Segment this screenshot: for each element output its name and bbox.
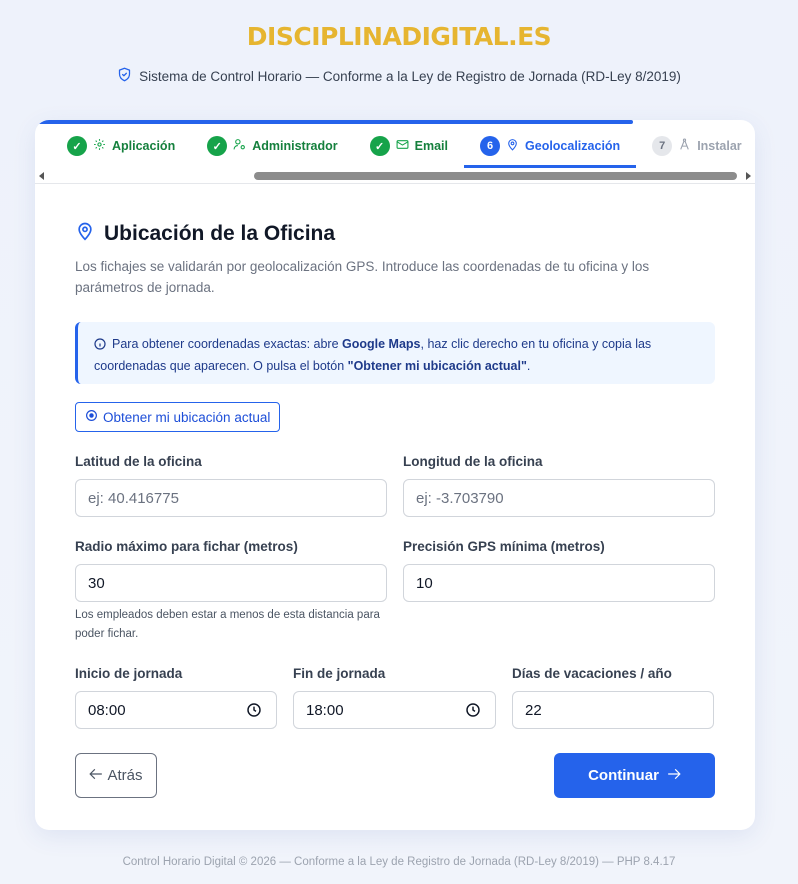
back-label: Atrás: [107, 767, 143, 784]
info-text: .: [526, 359, 531, 373]
page-footer: Control Horario Digital © 2026 — Conform…: [122, 856, 676, 868]
step-label: Geolocalización: [525, 139, 621, 153]
continue-button[interactable]: Continuar: [554, 753, 715, 798]
step-label: Email: [414, 139, 449, 153]
step-label: Aplicación: [112, 139, 176, 153]
precision-field: [403, 564, 715, 602]
vacation-days-input[interactable]: [525, 701, 701, 719]
wizard-steps: ✓ Aplicación ✓ Administrador ✓ Email 6 G…: [35, 124, 755, 168]
clock-icon[interactable]: [246, 702, 262, 722]
step-label: Administrador: [252, 139, 338, 153]
brand-logo: DISCIPLINADIGITAL.ES: [246, 22, 552, 51]
info-callout: Para obtener coordenadas exactas: abre G…: [75, 322, 715, 384]
back-button[interactable]: Atrás: [75, 753, 157, 798]
section-title-text: Ubicación de la Oficina: [104, 222, 336, 245]
latitude-field: [75, 479, 387, 517]
header-subtitle: Sistema de Control Horario — Conforme a …: [0, 67, 798, 85]
crosshair-icon: [85, 409, 98, 425]
vacation-days-field: [512, 691, 714, 729]
radius-label: Radio máximo para fichar (metros): [75, 539, 298, 554]
info-google-maps: Google Maps: [342, 337, 421, 351]
step-label: Instalar: [697, 139, 742, 153]
map-pin-icon: [506, 138, 519, 154]
step-number: 7: [652, 136, 673, 156]
scroll-left-icon[interactable]: [39, 172, 44, 180]
map-pin-icon: [75, 220, 95, 248]
radius-help-text: Los empleados deben estar a menos de est…: [75, 609, 380, 640]
arrow-left-icon: [89, 767, 103, 784]
envelope-icon: [396, 138, 409, 154]
step-number: 6: [480, 136, 501, 156]
divider: [35, 183, 755, 184]
scroll-right-icon[interactable]: [746, 172, 751, 180]
section-description: Los fichajes se validarán por geolocaliz…: [75, 259, 650, 295]
gear-icon: [93, 138, 106, 154]
start-time-value: 08:00: [88, 701, 126, 719]
info-button-ref: "Obtener mi ubicación actual": [347, 359, 527, 373]
scrollbar-thumb[interactable]: [254, 172, 737, 180]
vacation-days-label: Días de vacaciones / año: [512, 666, 672, 681]
get-location-label: Obtener mi ubicación actual: [103, 409, 271, 425]
longitude-input[interactable]: [416, 489, 702, 507]
precision-label: Precisión GPS mínima (metros): [403, 539, 605, 554]
clock-icon[interactable]: [465, 702, 481, 722]
check-icon: ✓: [207, 136, 228, 156]
latitude-input[interactable]: [88, 489, 374, 507]
radius-field: [75, 564, 387, 602]
subtitle-text: Sistema de Control Horario — Conforme a …: [139, 68, 681, 84]
user-gear-icon: [233, 138, 246, 154]
start-time-label: Inicio de jornada: [75, 666, 183, 681]
longitude-field: [403, 479, 715, 517]
latitude-label: Latitud de la oficina: [75, 454, 202, 469]
end-time-value: 18:00: [306, 701, 344, 719]
arrow-right-icon: [667, 767, 681, 784]
start-time-field[interactable]: 08:00: [75, 691, 277, 729]
check-icon: ✓: [369, 136, 390, 156]
step-aplicacion[interactable]: ✓ Aplicación: [56, 124, 191, 168]
step-administrador[interactable]: ✓ Administrador: [191, 124, 353, 168]
radius-input[interactable]: [88, 574, 374, 592]
compass-icon: [678, 138, 691, 154]
end-time-field[interactable]: 18:00: [293, 691, 496, 729]
end-time-label: Fin de jornada: [293, 666, 386, 681]
step-email[interactable]: ✓ Email: [354, 124, 464, 168]
step-geolocalizacion[interactable]: 6 Geolocalización: [464, 124, 637, 168]
step-instalar[interactable]: 7 Instalar: [636, 124, 755, 168]
info-icon: [94, 336, 106, 356]
setup-card: ✓ Aplicación ✓ Administrador ✓ Email 6 G…: [35, 120, 755, 830]
get-location-button[interactable]: Obtener mi ubicación actual: [75, 402, 281, 432]
steps-scrollbar[interactable]: [35, 170, 755, 182]
check-icon: ✓: [67, 136, 87, 156]
section-title: Ubicación de la Oficina: [75, 220, 335, 248]
continue-label: Continuar: [588, 767, 659, 784]
precision-input[interactable]: [416, 574, 702, 592]
shield-check-icon: [117, 67, 132, 85]
longitude-label: Longitud de la oficina: [403, 454, 543, 469]
info-text: Para obtener coordenadas exactas: abre: [112, 337, 343, 351]
